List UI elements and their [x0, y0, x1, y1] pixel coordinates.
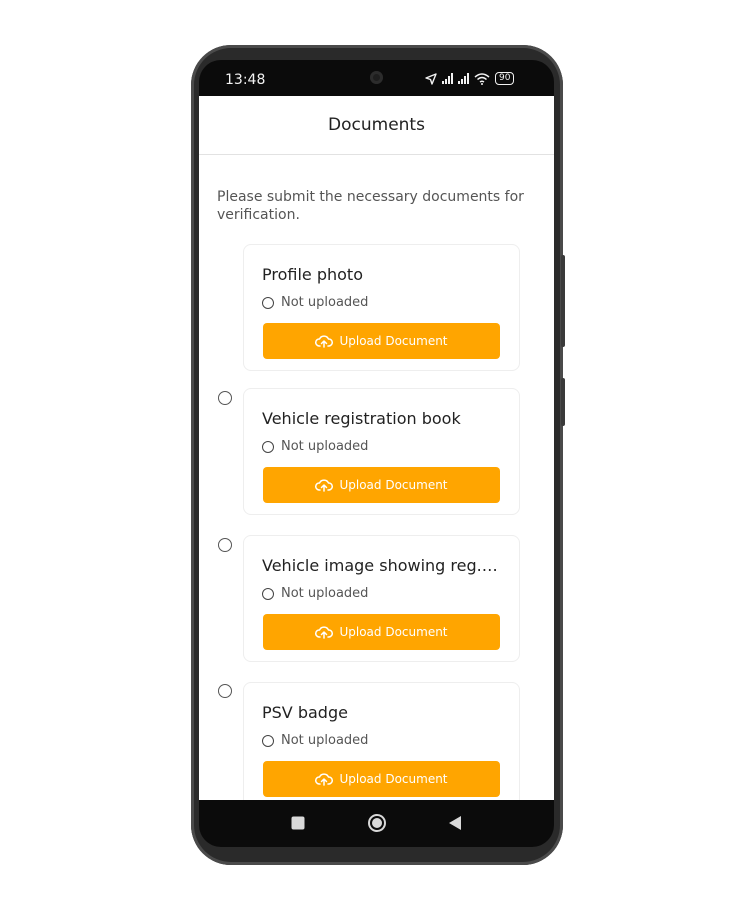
cloud-upload-icon	[315, 479, 334, 492]
upload-document-button[interactable]: Upload Document	[263, 614, 500, 650]
upload-document-button[interactable]: Upload Document	[263, 467, 500, 503]
document-title: Profile photo	[262, 265, 363, 284]
signal-icon	[458, 73, 469, 84]
document-title: Vehicle image showing reg.n...	[262, 556, 507, 575]
upload-document-button[interactable]: Upload Document	[263, 761, 500, 797]
document-select-radio[interactable]	[218, 391, 232, 405]
status-circle-icon	[262, 440, 274, 453]
app-header: Documents	[199, 96, 554, 155]
document-select-radio[interactable]	[218, 684, 232, 698]
back-icon[interactable]	[448, 815, 462, 831]
battery-icon: 90	[495, 72, 515, 85]
document-select-radio[interactable]	[218, 538, 232, 552]
status-circle-icon	[262, 734, 274, 747]
document-card-psv-badge: PSV badge Not uploaded Upload Document	[243, 682, 520, 800]
upload-button-label: Upload Document	[339, 334, 448, 348]
status-time: 13:48	[225, 72, 266, 88]
upload-button-label: Upload Document	[339, 625, 448, 639]
document-card-vehicle-image: Vehicle image showing reg.n... Not uploa…	[243, 535, 520, 662]
location-icon	[425, 72, 437, 85]
document-card-profile-photo: Profile photo Not uploaded Upload Docume…	[243, 244, 520, 371]
upload-status: Not uploaded	[262, 733, 368, 748]
power-button	[561, 255, 565, 347]
status-circle-icon	[262, 587, 274, 600]
documents-screen: Documents Please submit the necessary do…	[199, 96, 554, 800]
document-card-vehicle-registration: Vehicle registration book Not uploaded U…	[243, 388, 520, 515]
document-title: Vehicle registration book	[262, 409, 461, 428]
cloud-upload-icon	[315, 773, 334, 786]
document-title: PSV badge	[262, 703, 348, 722]
volume-button	[561, 378, 565, 426]
upload-status: Not uploaded	[262, 439, 368, 454]
wifi-icon	[474, 72, 490, 85]
signal-icon	[442, 73, 453, 84]
upload-button-label: Upload Document	[339, 772, 448, 786]
recents-icon[interactable]	[291, 816, 305, 830]
instructions-text: Please submit the necessary documents fo…	[217, 189, 524, 223]
upload-status: Not uploaded	[262, 295, 368, 310]
status-circle-icon	[262, 296, 274, 309]
system-nav-bar	[199, 800, 554, 847]
cloud-upload-icon	[315, 626, 334, 639]
status-label: Not uploaded	[281, 586, 369, 601]
upload-status: Not uploaded	[262, 586, 368, 601]
status-label: Not uploaded	[281, 733, 369, 748]
front-camera	[370, 71, 383, 84]
upload-button-label: Upload Document	[339, 478, 448, 492]
status-label: Not uploaded	[281, 439, 369, 454]
page-title: Documents	[328, 115, 425, 135]
cloud-upload-icon	[315, 335, 334, 348]
upload-document-button[interactable]: Upload Document	[263, 323, 500, 359]
home-icon[interactable]	[367, 813, 387, 833]
status-label: Not uploaded	[281, 295, 369, 310]
status-icons: 90	[425, 72, 515, 85]
